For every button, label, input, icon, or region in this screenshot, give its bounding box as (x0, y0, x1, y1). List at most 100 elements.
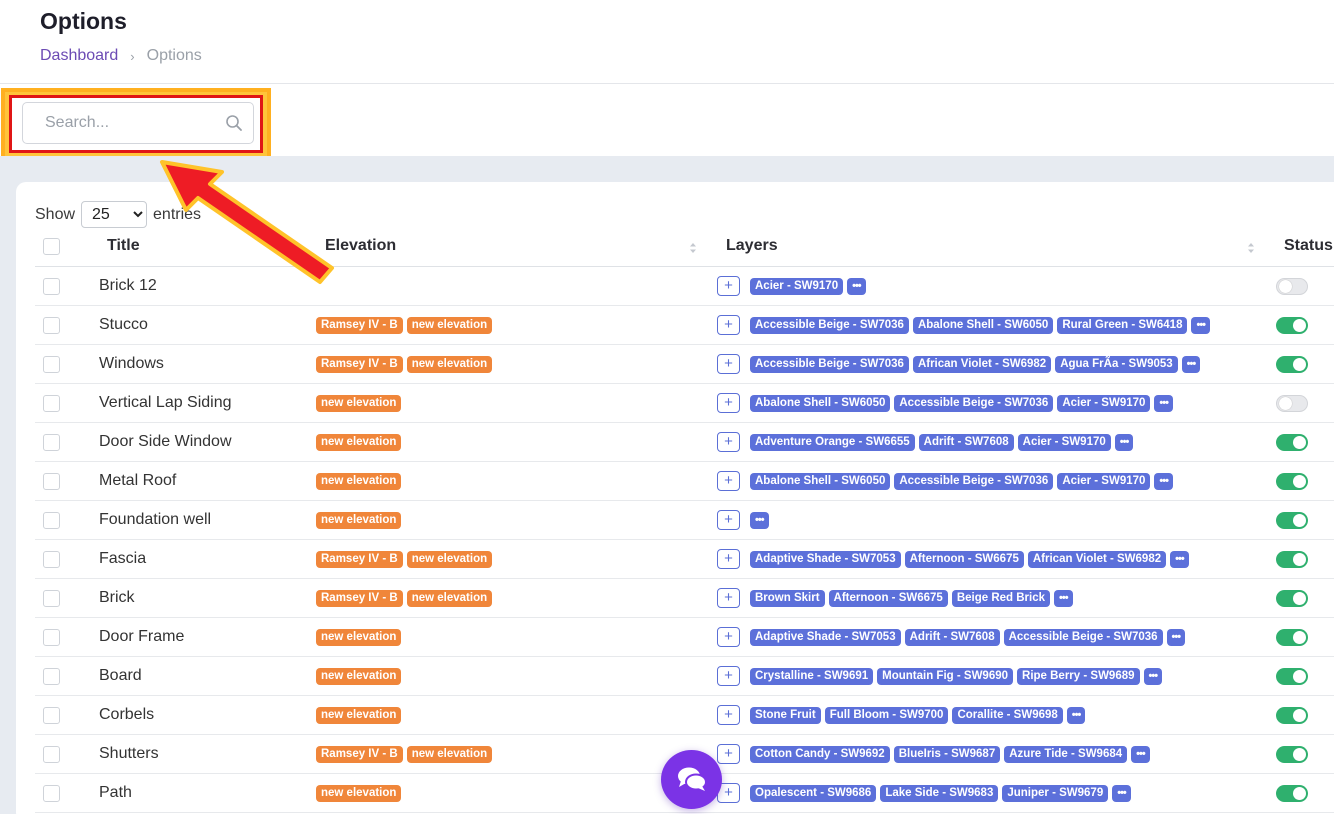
elevation-badge[interactable]: new elevation (316, 707, 402, 724)
elevation-badge[interactable]: Ramsey IV - B (316, 551, 403, 568)
more-layers-button[interactable]: ••• (1166, 629, 1186, 646)
add-layer-button[interactable]: + (717, 276, 740, 296)
elevation-badge[interactable]: new elevation (406, 746, 493, 763)
elevation-badge[interactable]: Ramsey IV - B (316, 590, 403, 607)
layer-badge[interactable]: Acier - SW9170 (1057, 395, 1151, 412)
layer-badge[interactable]: Afternoon - SW6675 (904, 551, 1024, 568)
column-status[interactable]: Status (1284, 237, 1333, 255)
more-layers-button[interactable]: ••• (1114, 434, 1134, 451)
elevation-badge[interactable]: Ramsey IV - B (316, 317, 403, 334)
row-checkbox[interactable] (43, 746, 60, 763)
status-toggle[interactable] (1276, 785, 1308, 802)
row-checkbox[interactable] (43, 551, 60, 568)
status-toggle[interactable] (1276, 512, 1308, 529)
more-layers-button[interactable]: ••• (1181, 356, 1201, 373)
layer-badge[interactable]: Abalone Shell - SW6050 (750, 395, 891, 412)
layer-badge[interactable]: Full Bloom - SW9700 (824, 707, 949, 724)
more-layers-button[interactable]: ••• (750, 512, 769, 529)
add-layer-button[interactable]: + (717, 627, 740, 647)
layer-badge[interactable]: Juniper - SW9679 (1002, 785, 1109, 802)
status-toggle[interactable] (1276, 551, 1308, 568)
layer-badge[interactable]: Rural Green - SW6418 (1057, 317, 1188, 334)
status-toggle[interactable] (1276, 668, 1308, 685)
layer-badge[interactable]: Opalescent - SW9686 (750, 785, 877, 802)
row-checkbox[interactable] (43, 278, 60, 295)
more-layers-button[interactable]: ••• (1154, 473, 1173, 490)
layer-badge[interactable]: Abalone Shell - SW6050 (912, 317, 1054, 334)
layer-badge[interactable]: Accessible Beige - SW7036 (1003, 629, 1163, 646)
entries-select[interactable]: 25 (81, 201, 148, 228)
status-toggle[interactable] (1276, 356, 1308, 373)
status-toggle[interactable] (1276, 278, 1308, 295)
more-layers-button[interactable]: ••• (1143, 668, 1163, 685)
layer-badge[interactable]: Acier - SW9170 (1017, 434, 1111, 451)
add-layer-button[interactable]: + (717, 510, 740, 530)
layer-badge[interactable]: Adaptive Shade - SW7053 (750, 551, 901, 568)
row-checkbox[interactable] (43, 434, 60, 451)
layer-badge[interactable]: Brown Skirt (750, 590, 825, 607)
layer-badge[interactable]: Mountain Fig - SW9690 (877, 668, 1014, 685)
elevation-badge[interactable]: new elevation (316, 512, 402, 529)
row-checkbox[interactable] (43, 512, 60, 529)
status-toggle[interactable] (1276, 434, 1308, 451)
layer-badge[interactable]: Azure Tide - SW9684 (1004, 746, 1128, 763)
elevation-badge[interactable]: new elevation (406, 356, 493, 373)
more-layers-button[interactable]: ••• (1066, 707, 1086, 724)
sort-icon[interactable] (689, 243, 697, 253)
column-elevation[interactable]: Elevation (325, 237, 396, 255)
row-checkbox[interactable] (43, 395, 60, 412)
layer-badge[interactable]: Adventure Orange - SW6655 (750, 434, 915, 451)
status-toggle[interactable] (1276, 707, 1308, 724)
layer-badge[interactable]: Lake Side - SW9683 (880, 785, 999, 802)
layer-badge[interactable]: Crystalline - SW9691 (750, 668, 874, 685)
add-layer-button[interactable]: + (717, 705, 740, 725)
elevation-badge[interactable]: new elevation (316, 668, 402, 685)
elevation-badge[interactable]: new elevation (406, 590, 493, 607)
layer-badge[interactable]: Adaptive Shade - SW7053 (750, 629, 901, 646)
layer-badge[interactable]: Ripe Berry - SW9689 (1017, 668, 1140, 685)
more-layers-button[interactable]: ••• (1154, 395, 1173, 412)
column-title[interactable]: Title (107, 237, 140, 255)
sort-icon[interactable] (1247, 243, 1255, 253)
layer-badge[interactable]: Adrift - SW7608 (904, 629, 1000, 646)
elevation-badge[interactable]: new elevation (316, 395, 402, 412)
select-all-checkbox[interactable] (43, 238, 60, 255)
status-toggle[interactable] (1276, 395, 1308, 412)
status-toggle[interactable] (1276, 473, 1308, 490)
layer-badge[interactable]: Stone Fruit (750, 707, 821, 724)
layer-badge[interactable]: Cotton Candy - SW9692 (750, 746, 890, 763)
chat-button[interactable] (661, 750, 722, 809)
status-toggle[interactable] (1276, 746, 1308, 763)
elevation-badge[interactable]: Ramsey IV - B (316, 356, 403, 373)
layer-badge[interactable]: Acier - SW9170 (1057, 473, 1151, 490)
elevation-badge[interactable]: new elevation (316, 434, 402, 451)
row-checkbox[interactable] (43, 473, 60, 490)
more-layers-button[interactable]: ••• (1054, 590, 1073, 607)
row-checkbox[interactable] (43, 317, 60, 334)
layer-badge[interactable]: African Violet - SW6982 (912, 356, 1052, 373)
add-layer-button[interactable]: + (717, 393, 740, 413)
elevation-badge[interactable]: new elevation (406, 317, 493, 334)
layer-badge[interactable]: Accessible Beige - SW7036 (750, 317, 909, 334)
layer-badge[interactable]: Accessible Beige - SW7036 (750, 356, 909, 373)
add-layer-button[interactable]: + (717, 471, 740, 491)
layer-badge[interactable]: Adrift - SW7608 (918, 434, 1014, 451)
row-checkbox[interactable] (43, 785, 60, 802)
elevation-badge[interactable]: new elevation (316, 473, 402, 490)
add-layer-button[interactable]: + (717, 354, 740, 374)
row-checkbox[interactable] (43, 629, 60, 646)
more-layers-button[interactable]: ••• (1191, 317, 1211, 334)
column-layers[interactable]: Layers (726, 237, 778, 255)
status-toggle[interactable] (1276, 590, 1308, 607)
search-input[interactable] (23, 103, 223, 143)
layer-badge[interactable]: Afternoon - SW6675 (828, 590, 948, 607)
elevation-badge[interactable]: new elevation (316, 785, 402, 802)
more-layers-button[interactable]: ••• (1170, 551, 1189, 568)
add-layer-button[interactable]: + (717, 744, 740, 764)
layer-badge[interactable]: Accessible Beige - SW7036 (894, 395, 1054, 412)
row-checkbox[interactable] (43, 356, 60, 373)
layer-badge[interactable]: Acier - SW9170 (750, 278, 844, 295)
search-icon[interactable] (225, 114, 243, 132)
add-layer-button[interactable]: + (717, 666, 740, 686)
layer-badge[interactable]: BlueIris - SW9687 (893, 746, 1001, 763)
